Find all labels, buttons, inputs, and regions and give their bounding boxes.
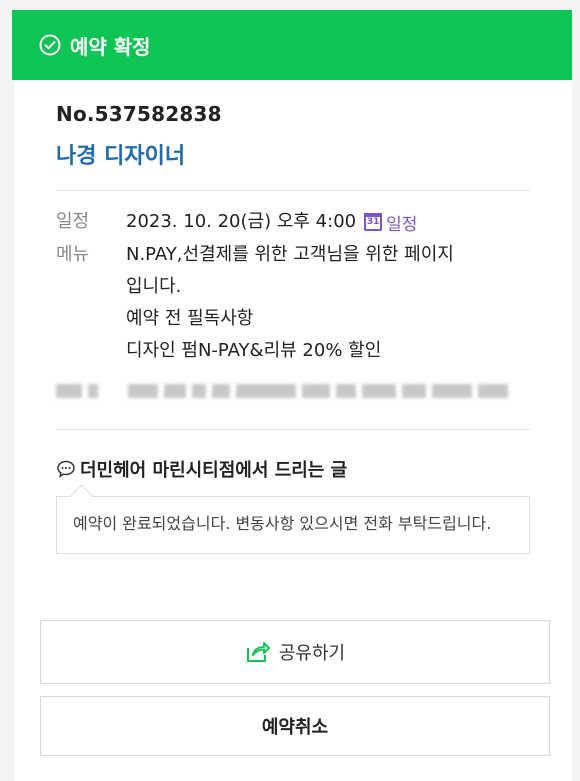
message-header: 더민헤어 마린시티점에서 드리는 글 — [56, 456, 530, 482]
menu-row: 메뉴 N.PAY,선결제를 위한 고객님을 위한 페이지 입니다. 예약 전 필… — [56, 239, 530, 367]
menu-line: 예약 전 필독사항 — [126, 308, 254, 329]
divider — [56, 429, 530, 430]
calendar-link-label: 일정 — [386, 214, 418, 235]
check-circle-icon — [38, 33, 62, 57]
schedule-row: 일정 2023. 10. 20(금) 오후 4:00 31 일정 — [56, 209, 530, 235]
message-body: 예약이 완료되었습니다. 변동사항 있으시면 전화 부탁드립니다. — [73, 514, 492, 533]
menu-line: N.PAY,선결제를 위한 고객님을 위한 페이지 — [126, 244, 454, 265]
menu-line: 입니다. — [126, 276, 182, 297]
speech-bubble-icon — [56, 459, 76, 479]
designer-name[interactable]: 나경 디자이너 — [56, 138, 530, 170]
share-icon — [245, 640, 271, 664]
message-box: 예약이 완료되었습니다. 변동사항 있으시면 전화 부탁드립니다. — [56, 496, 530, 554]
schedule-value: 2023. 10. 20(금) 오후 4:00 — [126, 211, 357, 232]
calendar-icon: 31 — [364, 213, 383, 231]
menu-value: N.PAY,선결제를 위한 고객님을 위한 페이지 입니다. 예약 전 필독사항… — [126, 239, 454, 367]
status-text: 예약 확정 — [70, 34, 151, 59]
menu-label: 메뉴 — [56, 244, 90, 265]
redacted-info — [56, 377, 530, 405]
cancel-reservation-button[interactable]: 예약취소 — [40, 696, 550, 756]
booking-number: No.537582838 — [56, 102, 222, 126]
reservation-card: 예약 확정 No.537582838 나경 디자이너 일정 2023. 10. … — [12, 10, 572, 781]
divider — [56, 190, 530, 191]
menu-line: 디자인 펌N-PAY&리뷰 20% 할인 — [126, 340, 382, 361]
status-banner: 예약 확정 — [12, 10, 572, 80]
add-calendar-link[interactable]: 31 일정 — [364, 210, 417, 235]
share-label: 공유하기 — [278, 643, 346, 664]
share-button[interactable]: 공유하기 — [40, 620, 550, 684]
schedule-label: 일정 — [56, 211, 90, 232]
message-title: 더민헤어 마린시티점에서 드리는 글 — [80, 460, 348, 481]
